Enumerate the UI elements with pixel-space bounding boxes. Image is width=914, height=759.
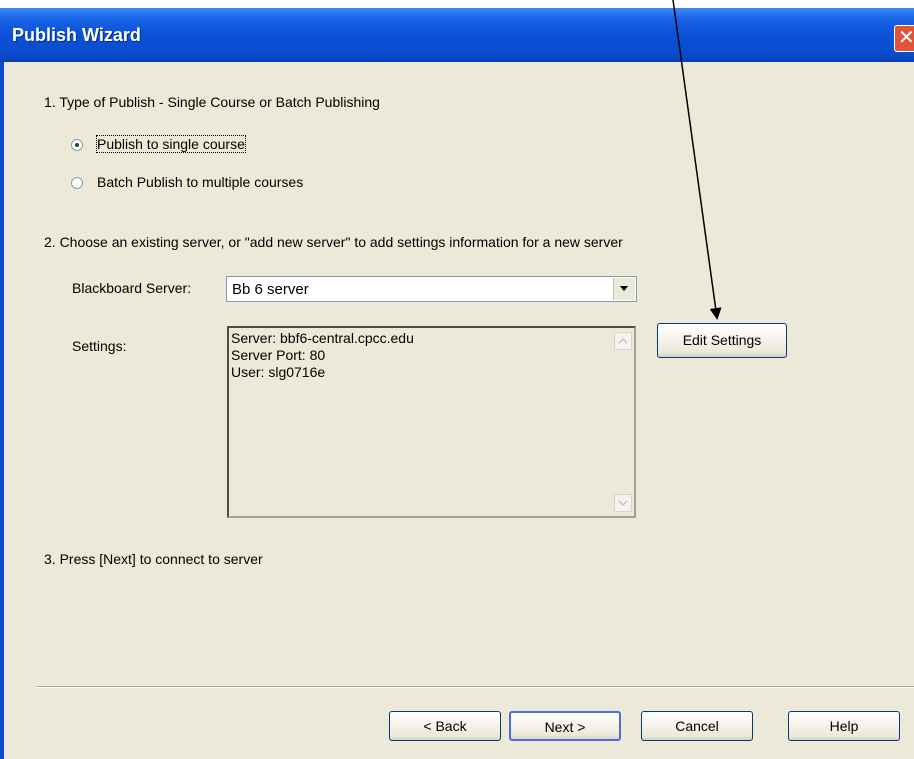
blackboard-server-label: Blackboard Server: (72, 280, 192, 296)
settings-line-user: User: slg0716e (231, 364, 326, 380)
dropdown-button[interactable] (613, 278, 635, 300)
radio-single-course[interactable] (71, 139, 83, 151)
close-button[interactable]: ✕ (894, 25, 914, 52)
close-icon: ✕ (898, 27, 914, 49)
separator (36, 686, 914, 688)
title-bar[interactable]: Publish Wizard ✕ (0, 8, 914, 62)
blackboard-server-select[interactable]: Bb 6 server (226, 276, 637, 302)
chevron-down-icon (618, 500, 628, 507)
back-button[interactable]: < Back (389, 711, 501, 741)
edit-settings-button[interactable]: Edit Settings (657, 323, 787, 358)
settings-line-server: Server: bbf6-central.cpcc.edu (231, 330, 414, 346)
window-title: Publish Wizard (12, 25, 141, 45)
edit-settings-label: Edit Settings (682, 332, 762, 348)
help-button-label: Help (829, 718, 859, 734)
scroll-down-button[interactable] (614, 494, 632, 512)
step2-heading: 2. Choose an existing server, or "add ne… (44, 234, 623, 250)
radio-batch-publish-label[interactable]: Batch Publish to multiple courses (97, 174, 303, 190)
help-button[interactable]: Help (788, 711, 900, 741)
radio-single-course-label[interactable]: Publish to single course (96, 135, 246, 153)
cancel-button[interactable]: Cancel (641, 711, 753, 741)
next-button[interactable]: Next > (509, 711, 621, 741)
step1-heading: 1. Type of Publish - Single Course or Ba… (44, 94, 380, 110)
vertical-scrollbar[interactable] (614, 332, 632, 512)
cancel-button-label: Cancel (675, 718, 719, 734)
chevron-up-icon (618, 337, 628, 344)
window-border (0, 62, 4, 759)
next-button-label: Next > (544, 719, 586, 735)
scroll-up-button[interactable] (614, 332, 632, 350)
settings-textarea[interactable]: Server: bbf6-central.cpcc.edu Server Por… (227, 326, 636, 518)
settings-line-port: Server Port: 80 (231, 347, 326, 363)
radio-batch-publish[interactable] (71, 177, 83, 189)
chevron-down-icon (620, 286, 628, 291)
step3-heading: 3. Press [Next] to connect to server (44, 551, 263, 567)
back-button-label: < Back (423, 718, 467, 734)
server-select-value: Bb 6 server (232, 281, 309, 298)
publish-wizard-dialog: Publish Wizard ✕ 1. Type of Publish - Si… (0, 8, 914, 759)
settings-label: Settings: (72, 338, 127, 354)
